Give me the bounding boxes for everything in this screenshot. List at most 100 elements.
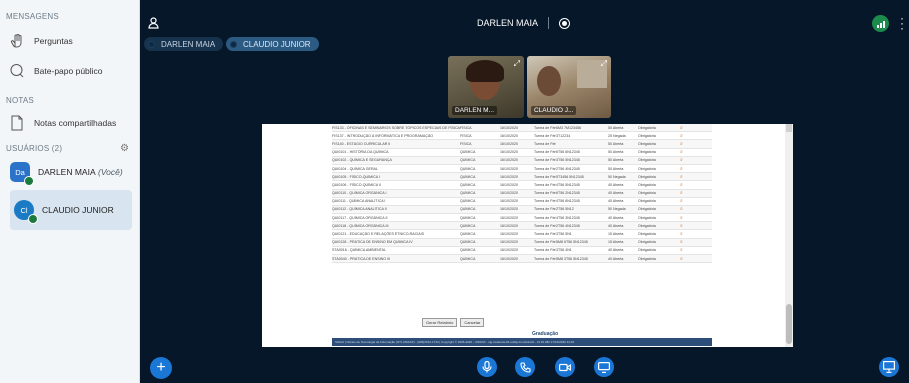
table-cell: Turma de Férias <box>534 199 556 204</box>
table-cell: 40 Aberta <box>608 191 624 196</box>
users-section-title: USUÁRIOS (2) <box>6 144 63 153</box>
table-cell: 16/10/2020 <box>500 215 518 220</box>
screen-share-button[interactable] <box>594 357 614 377</box>
table-cell: Turma de Férias <box>534 182 556 187</box>
table-cell: QUÍMICA <box>460 166 476 171</box>
more-options-icon[interactable]: · · · <box>899 12 905 34</box>
webcam-chip-darlen[interactable]: DARLEN MAIA <box>144 37 224 51</box>
slide-scrollbar[interactable] <box>785 124 793 347</box>
table-cell: QUÍMICA <box>460 199 476 204</box>
sidebar-item-public-chat[interactable]: Bate-papo público <box>6 60 103 82</box>
table-cell: 25 Negada <box>608 133 626 138</box>
magnifier-icon: ⌕ <box>680 247 683 254</box>
video-tile-darlen[interactable]: ⤢ DARLEN M... <box>448 56 524 118</box>
expand-icon[interactable]: ⤢ <box>601 59 607 69</box>
avatar: Cl <box>14 200 38 224</box>
connection-status-icon[interactable] <box>872 15 889 32</box>
microphone-icon <box>482 361 492 373</box>
table-cell: Obrigatória <box>638 248 656 253</box>
table-cell: 5M8 3T56 5N12345 <box>556 256 588 261</box>
table-cell: 16/10/2020 <box>500 166 518 171</box>
avatar: Da <box>10 162 34 186</box>
table-cell: FÍSICA <box>460 141 472 146</box>
table-row: FIS137 - INTRODUÇÃO À INFORMÁTICA E PROG… <box>332 132 712 141</box>
camera-button[interactable] <box>555 357 575 377</box>
magnifier-icon: ⌕ <box>680 132 683 139</box>
magnifier-icon: ⌕ <box>680 255 683 262</box>
sidebar-item-questions[interactable]: Perguntas <box>6 30 73 52</box>
magnifier-icon: ⌕ <box>680 173 683 180</box>
table-row: QUI0128 - PRÁTICA DE ENSINO EM QUÍMICA I… <box>332 238 712 247</box>
sidebar-item-label: Notas compartilhadas <box>34 118 117 128</box>
messages-section-title: MENSAGENS <box>6 12 59 21</box>
tile-name: CLAUDIO J... <box>531 106 577 115</box>
table-cell: 16/10/2020 <box>500 133 518 138</box>
gear-icon[interactable]: ⚙ <box>120 143 129 154</box>
table-cell: QUI0101 - HISTÓRIA DA QUÍMICA <box>332 150 389 155</box>
table-cell: 3T12234 <box>556 133 571 138</box>
user-name: DARLEN MAIA <box>38 167 96 177</box>
hair-shape <box>466 60 504 82</box>
table-cell: QUÍMICA <box>460 207 476 212</box>
chat-bubble-icon <box>6 60 28 82</box>
magnifier-icon: ⌕ <box>680 140 683 147</box>
table-cell: QUI0104 - QUÍMICA GERAL <box>332 166 378 171</box>
table-cell: 3T56 5N12345 <box>556 158 580 163</box>
you-label: (Você) <box>98 167 123 177</box>
tile-name: DARLEN M... <box>452 106 498 115</box>
table-cell: QUI0105 - FÍSICO-QUÍMICA I <box>332 174 380 179</box>
user-list-toggle-icon[interactable] <box>148 16 159 34</box>
phone-icon <box>519 361 531 373</box>
webcam-chip-claudio[interactable]: CLAUDIO JUNIOR <box>226 37 319 51</box>
sidebar-item-shared-notes[interactable]: Notas compartilhadas <box>6 112 116 134</box>
chip-label: DARLEN MAIA <box>161 39 216 49</box>
status-dot <box>230 40 237 48</box>
table-row: FIS140 - ESTÁGIO CURRICULAR II FÍSICA 16/1… <box>332 140 712 149</box>
table-cell: 40 Aberta <box>608 199 624 204</box>
table-cell: Turma de Férias <box>534 125 556 130</box>
table-cell: Obrigatória <box>638 125 656 130</box>
table-cell: 16/10/2020 <box>500 150 518 155</box>
table-row: QUI0102 - QUÍMICA E SEGURANÇA QUÍMICA 16/1… <box>332 156 712 165</box>
expand-icon[interactable]: ⤢ <box>514 59 520 69</box>
chip-label: CLAUDIO JUNIOR <box>243 39 311 49</box>
table-cell: 40 Aberta <box>608 256 624 261</box>
table-row: QUI0112 - QUÍMICA ANALÍTICA II QUÍMICA 16/… <box>332 205 712 215</box>
user-item-darlen[interactable]: Da DARLEN MAIA (Você) <box>10 162 132 186</box>
table-cell: QUÍMICA <box>460 256 476 261</box>
table-cell: 5M8 6T56 5N12345 <box>556 240 588 245</box>
table-cell: QUÍMICA <box>460 223 476 228</box>
table-cell: Turma de Férias <box>534 158 556 163</box>
microphone-button[interactable] <box>477 357 497 377</box>
table-cell: 4T56 6N12345 <box>556 199 580 204</box>
user-item-claudio[interactable]: Cl CLAUDIO JUNIOR <box>10 190 132 230</box>
table-cell: 5T3456 5N12345 <box>556 174 584 179</box>
table-cell: 16/10/2020 <box>500 223 518 228</box>
table-cell: FÍSICA <box>460 133 472 138</box>
table-cell: STA0040 - PRÁTICA DE ENSINO III <box>332 256 391 261</box>
table-cell: QUÍMICA <box>460 240 476 245</box>
presentation-icon <box>883 361 895 373</box>
table-cell: 40 Aberta <box>608 248 624 253</box>
table-cell: Turma de Férias <box>534 133 556 138</box>
presentation-toggle-button[interactable] <box>879 357 899 377</box>
table-row: QUI0111 - QUÍMICA ANALÍTICA I QUÍMICA 16/1… <box>332 198 712 206</box>
table-cell: QUI0112 - QUÍMICA ANALÍTICA II <box>332 207 387 212</box>
table-cell: 16/10/2020 <box>500 182 518 187</box>
table-cell: 40 Aberta <box>608 215 624 220</box>
plus-icon: + <box>156 359 166 376</box>
actions-button[interactable]: + <box>150 357 172 379</box>
record-icon[interactable] <box>559 17 571 29</box>
course-table: FIS133 - OFICINAS E SEMINÁRIOS SOBRE TÓP… <box>332 124 712 314</box>
scroll-thumb[interactable] <box>786 304 792 344</box>
table-cell: 50 Aberta <box>608 150 624 155</box>
scroll-up[interactable] <box>786 124 792 132</box>
video-tile-claudio[interactable]: ⤢ CLAUDIO J... <box>527 56 611 118</box>
magnifier-icon: ⌕ <box>680 198 683 205</box>
document-icon <box>6 112 28 134</box>
table-cell: QUI0111 - QUÍMICA ANALÍTICA I <box>332 199 386 204</box>
presentation-slide: FIS133 - OFICINAS E SEMINÁRIOS SOBRE TÓP… <box>262 124 793 347</box>
table-cell: QUI0128 - PRÁTICA DE ENSINO EM QUÍMICA I… <box>332 240 413 245</box>
table-row: STA0016 - QUÍMICA AMBIENTAL QUÍMICA 16/10/… <box>332 247 712 255</box>
audio-button[interactable] <box>515 357 535 377</box>
